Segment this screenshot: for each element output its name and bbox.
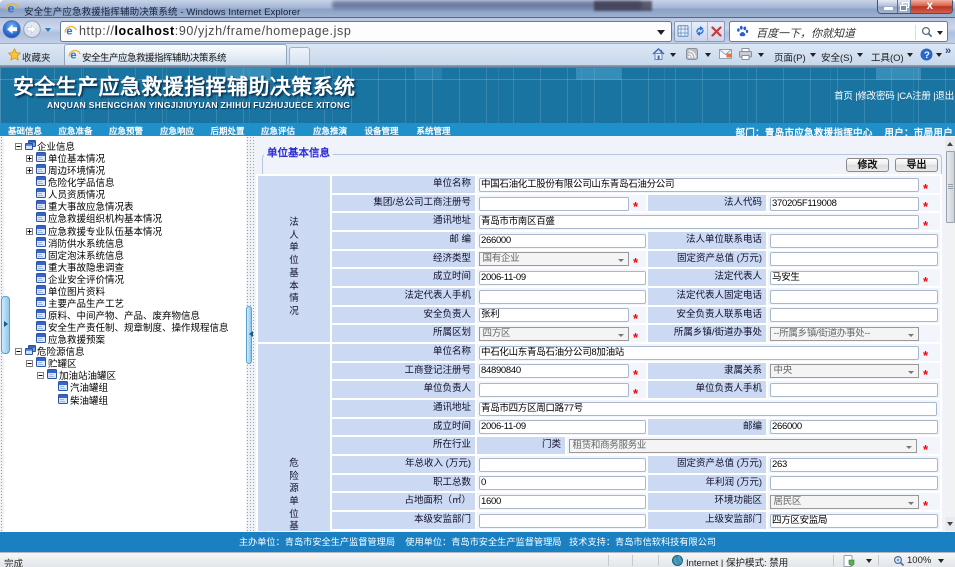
svg-text:?: ? [924,50,930,61]
